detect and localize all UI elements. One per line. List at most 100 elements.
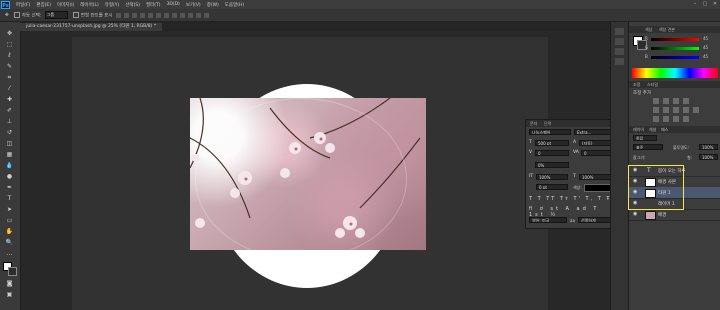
vibrance-icon[interactable] bbox=[653, 107, 659, 113]
healing-brush-tool-icon[interactable]: ✚ bbox=[5, 96, 14, 104]
brightness-icon[interactable] bbox=[653, 98, 659, 104]
exposure-icon[interactable] bbox=[683, 98, 689, 104]
align-right-icon[interactable] bbox=[155, 12, 161, 18]
levels-icon[interactable] bbox=[663, 98, 669, 104]
tab-paragraph[interactable]: 단락 bbox=[544, 121, 551, 127]
font-size-field[interactable]: 500 pt bbox=[535, 140, 569, 146]
gradient-map-icon[interactable] bbox=[683, 116, 689, 122]
quick-mask-icon[interactable]: ◙ bbox=[5, 280, 14, 288]
blue-slider[interactable]: B 45 bbox=[645, 54, 708, 59]
properties-panel-icon[interactable] bbox=[615, 38, 624, 45]
green-slider[interactable]: G 45 bbox=[645, 45, 708, 50]
distribute-middle-icon[interactable] bbox=[171, 12, 177, 18]
layer-row[interactable]: ◉ 배경 bbox=[629, 209, 720, 221]
text-style-buttons[interactable]: T T TT Tт T' T, T Ŧ bbox=[529, 196, 613, 204]
tab-layers[interactable]: 레이어 bbox=[633, 127, 644, 133]
lasso-tool-icon[interactable]: ℓ bbox=[5, 52, 14, 60]
eyedropper-tool-icon[interactable]: ⁄ bbox=[5, 85, 14, 93]
close-button[interactable]: ✕ bbox=[712, 1, 718, 7]
auto-select-checkbox[interactable] bbox=[13, 12, 20, 18]
curves-icon[interactable] bbox=[673, 98, 679, 104]
horizontal-scale-field[interactable]: 100% bbox=[579, 174, 612, 180]
menu-layer[interactable]: 레이어(L) bbox=[80, 2, 98, 8]
eraser-tool-icon[interactable]: ◫ bbox=[5, 140, 14, 148]
posterize-icon[interactable] bbox=[663, 116, 669, 122]
menu-help[interactable]: 도움말(H) bbox=[225, 2, 244, 8]
distribute-right-icon[interactable] bbox=[203, 12, 209, 18]
distribute-bottom-icon[interactable] bbox=[179, 12, 185, 18]
crop-tool-icon[interactable]: ⌗ bbox=[5, 74, 14, 82]
document-tab[interactable]: julia-caesar-231757-unsplash.jpg @ 25% (… bbox=[20, 23, 163, 31]
green-value[interactable]: 45 bbox=[703, 45, 708, 50]
character-panel-icon[interactable] bbox=[615, 48, 624, 55]
menu-image[interactable]: 이미지(I) bbox=[57, 2, 74, 8]
color-spectrum[interactable] bbox=[632, 68, 718, 78]
quick-select-tool-icon[interactable]: ✎ bbox=[5, 63, 14, 71]
font-style-select[interactable]: Extra... bbox=[574, 129, 612, 135]
photo-filter-icon[interactable] bbox=[693, 107, 699, 113]
opentype-buttons[interactable]: ﬁ ơ st A ad T 1st ½ bbox=[529, 206, 613, 218]
shape-tool-icon[interactable]: ▭ bbox=[5, 217, 14, 225]
pen-tool-icon[interactable]: ✒ bbox=[5, 184, 14, 192]
tab-character[interactable]: 문자 bbox=[530, 121, 537, 127]
visibility-eye-icon[interactable]: ◉ bbox=[633, 211, 637, 217]
align-left-icon[interactable] bbox=[139, 12, 145, 18]
red-slider[interactable]: R 45 bbox=[645, 36, 708, 41]
tracking-field[interactable]: 0 bbox=[581, 150, 612, 156]
screen-mode-icon[interactable]: ▣ bbox=[5, 291, 14, 299]
tab-swatches[interactable]: 색상 견본 bbox=[659, 27, 675, 33]
kerning-field[interactable]: 0 bbox=[535, 150, 569, 156]
transform-controls-checkbox[interactable] bbox=[72, 11, 79, 18]
color-balance-icon[interactable] bbox=[673, 107, 679, 113]
layer-filter-kind[interactable]: 종류 bbox=[633, 135, 657, 141]
zoom-tool-icon[interactable]: 🔍 bbox=[5, 239, 14, 247]
language-select[interactable]: 영어: 미국 bbox=[529, 217, 567, 223]
tab-adjustments[interactable]: 조정 bbox=[633, 82, 640, 88]
history-panel-icon[interactable] bbox=[615, 28, 624, 35]
layer-name[interactable]: 배경 bbox=[658, 212, 666, 218]
tab-styles[interactable]: 스타일 bbox=[647, 82, 658, 88]
background-color-swatch[interactable] bbox=[8, 267, 17, 276]
invert-icon[interactable] bbox=[653, 116, 659, 122]
threshold-icon[interactable] bbox=[673, 116, 679, 122]
marquee-tool-icon[interactable]: ⬚ bbox=[5, 41, 14, 49]
tab-paths[interactable]: 패스 bbox=[661, 127, 668, 133]
blur-tool-icon[interactable]: 💧 bbox=[5, 162, 14, 170]
baseline-shift-field[interactable]: 0 pt bbox=[536, 184, 568, 190]
tab-channels[interactable]: 채널 bbox=[649, 127, 656, 133]
font-family-select[interactable]: 나눔스퀘어 bbox=[529, 129, 571, 135]
menu-type[interactable]: 유형(Y) bbox=[105, 2, 120, 8]
antialias-select[interactable]: 선명하게 bbox=[578, 217, 612, 223]
gradient-tool-icon[interactable]: ▦ bbox=[5, 151, 14, 159]
align-top-icon[interactable] bbox=[115, 12, 121, 18]
distribute-left-icon[interactable] bbox=[187, 12, 193, 18]
tab-color[interactable]: 색상 bbox=[645, 27, 652, 33]
distribute-center-icon[interactable] bbox=[195, 12, 201, 18]
history-brush-tool-icon[interactable]: ↺ bbox=[5, 129, 14, 137]
menu-filter[interactable]: 필터(T) bbox=[146, 2, 161, 8]
align-middle-icon[interactable] bbox=[123, 12, 129, 18]
menu-edit[interactable]: 편집(E) bbox=[36, 2, 51, 8]
move-tool-icon[interactable]: ✥ bbox=[5, 13, 9, 18]
align-center-icon[interactable] bbox=[147, 12, 153, 18]
menu-3d[interactable]: 3D(D) bbox=[167, 2, 180, 7]
hand-tool-icon[interactable]: ✋ bbox=[5, 228, 14, 236]
tsume-field[interactable]: 0% bbox=[535, 162, 569, 168]
minimize-button[interactable]: – bbox=[692, 1, 698, 7]
menu-select[interactable]: 선택(S) bbox=[125, 2, 140, 8]
auto-select-dropdown[interactable]: 그룹 bbox=[44, 11, 68, 19]
menu-window[interactable]: 창(W) bbox=[207, 2, 219, 8]
paragraph-panel-icon[interactable] bbox=[615, 58, 624, 65]
blue-value[interactable]: 45 bbox=[703, 54, 708, 59]
hue-saturation-icon[interactable] bbox=[663, 107, 669, 113]
move-tool-icon[interactable]: ✥ bbox=[5, 30, 14, 38]
red-value[interactable]: 45 bbox=[703, 36, 708, 41]
clone-stamp-tool-icon[interactable]: ⊥ bbox=[5, 118, 14, 126]
maximize-button[interactable]: ▢ bbox=[702, 1, 708, 7]
vertical-scale-field[interactable]: 100% bbox=[536, 174, 568, 180]
distribute-top-icon[interactable] bbox=[163, 12, 169, 18]
extra-tools-icon[interactable]: … bbox=[5, 250, 14, 258]
blend-mode-select[interactable]: 표준 bbox=[633, 144, 663, 150]
leading-field[interactable]: (자동) bbox=[579, 140, 612, 146]
dodge-tool-icon[interactable]: ● bbox=[5, 173, 14, 181]
